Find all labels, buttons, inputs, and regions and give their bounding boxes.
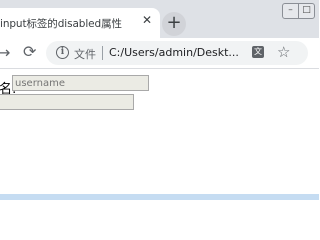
second-input[interactable]: [0, 94, 134, 110]
maximize-button[interactable]: □: [299, 4, 314, 18]
browser-tab[interactable]: input标签的disabled属性 ✕: [0, 8, 160, 38]
back-arrow-icon[interactable]: →: [0, 43, 10, 62]
close-tab-icon[interactable]: ✕: [140, 13, 154, 27]
info-icon[interactable]: i: [56, 46, 69, 59]
page-content: 名:: [0, 69, 319, 200]
address-bar[interactable]: i 文件 C:/Users/admin/Deskt... 文 ☆: [46, 41, 308, 65]
username-input[interactable]: [12, 75, 149, 91]
window-controls: – □: [282, 3, 315, 19]
taskbar-strip: [0, 194, 319, 200]
tab-title: input标签的disabled属性: [0, 18, 122, 30]
browser-toolbar: → ⟳ i 文件 C:/Users/admin/Deskt... 文 ☆: [0, 38, 319, 69]
star-icon[interactable]: ☆: [277, 43, 290, 61]
scheme-label: 文件: [74, 48, 96, 61]
url-text[interactable]: C:/Users/admin/Deskt...: [109, 46, 239, 59]
reload-icon[interactable]: ⟳: [23, 42, 36, 61]
title-bar: input标签的disabled属性 ✕ + – □: [0, 0, 319, 38]
minimize-button[interactable]: –: [283, 4, 299, 18]
translate-icon[interactable]: 文: [252, 46, 264, 58]
omnibox-separator: [102, 46, 103, 60]
new-tab-button[interactable]: +: [162, 12, 186, 36]
